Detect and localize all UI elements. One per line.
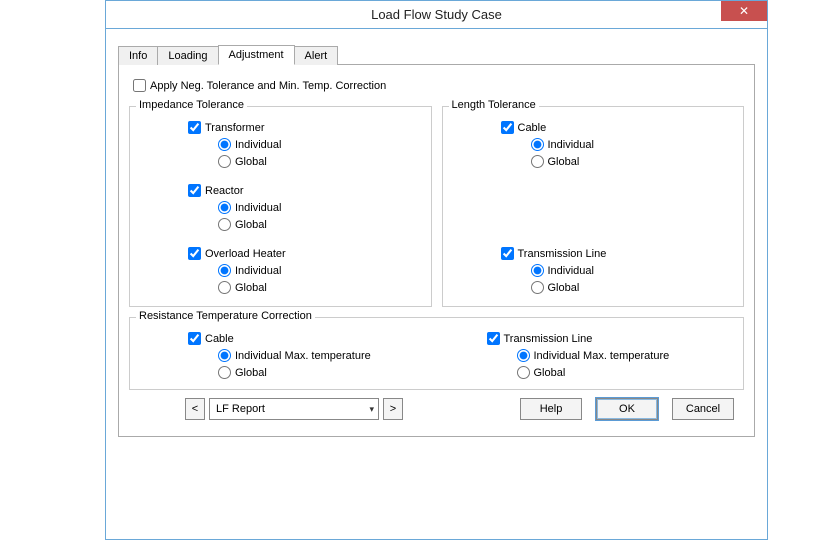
next-icon: > (390, 403, 396, 415)
transformer-global-label[interactable]: Global (235, 156, 267, 168)
report-dropdown[interactable]: LF Report ▾ (209, 398, 379, 420)
chevron-down-icon: ▾ (369, 404, 374, 415)
rtc-cable-global-label[interactable]: Global (235, 367, 267, 379)
length-cable-individual-label[interactable]: Individual (548, 139, 594, 151)
ok-button[interactable]: OK (596, 398, 658, 420)
tab-adjustment[interactable]: Adjustment (218, 45, 295, 65)
apply-neg-label[interactable]: Apply Neg. Tolerance and Min. Temp. Corr… (150, 80, 386, 92)
length-cable-label[interactable]: Cable (518, 122, 547, 134)
rtc-cable-indiv-max-label[interactable]: Individual Max. temperature (235, 350, 371, 362)
length-cable-checkbox[interactable] (501, 121, 514, 134)
rtc-transmission-global-radio[interactable] (517, 366, 530, 379)
group-impedance-tolerance: Impedance Tolerance Transformer Individu… (129, 106, 432, 307)
transformer-individual-label[interactable]: Individual (235, 139, 281, 151)
overload-heater-checkbox[interactable] (188, 247, 201, 260)
length-cable-global-radio[interactable] (531, 155, 544, 168)
apply-neg-row: Apply Neg. Tolerance and Min. Temp. Corr… (133, 77, 744, 94)
reactor-individual-radio[interactable] (218, 201, 231, 214)
window-title: Load Flow Study Case (371, 7, 502, 22)
overload-heater-global-label[interactable]: Global (235, 282, 267, 294)
tab-loading[interactable]: Loading (157, 46, 218, 65)
rtc-cable-global-radio[interactable] (218, 366, 231, 379)
group-resistance-temp-correction: Resistance Temperature Correction Cable … (129, 317, 744, 390)
reactor-individual-label[interactable]: Individual (235, 202, 281, 214)
prev-button[interactable]: < (185, 398, 205, 420)
help-button[interactable]: Help (520, 398, 582, 420)
overload-heater-individual-label[interactable]: Individual (235, 265, 281, 277)
rtc-transmission-label[interactable]: Transmission Line (504, 333, 593, 345)
reactor-checkbox[interactable] (188, 184, 201, 197)
rtc-cable-label[interactable]: Cable (205, 333, 234, 345)
length-transmission-global-label[interactable]: Global (548, 282, 580, 294)
rtc-cable-indiv-max-radio[interactable] (218, 349, 231, 362)
length-cable-global-label[interactable]: Global (548, 156, 580, 168)
group-impedance-title: Impedance Tolerance (136, 99, 247, 111)
length-transmission-individual-label[interactable]: Individual (548, 265, 594, 277)
length-transmission-individual-radio[interactable] (531, 264, 544, 277)
cancel-button[interactable]: Cancel (672, 398, 734, 420)
length-transmission-label[interactable]: Transmission Line (518, 248, 607, 260)
transformer-individual-radio[interactable] (218, 138, 231, 151)
prev-icon: < (192, 403, 198, 415)
group-length-title: Length Tolerance (449, 99, 539, 111)
rtc-cable-checkbox[interactable] (188, 332, 201, 345)
apply-neg-checkbox[interactable] (133, 79, 146, 92)
transformer-checkbox[interactable] (188, 121, 201, 134)
dialog-body: Info Loading Adjustment Alert Apply Neg.… (106, 29, 767, 449)
overload-heater-individual-radio[interactable] (218, 264, 231, 277)
close-icon: ✕ (739, 4, 749, 18)
group-rtc-title: Resistance Temperature Correction (136, 310, 315, 322)
overload-heater-global-radio[interactable] (218, 281, 231, 294)
rtc-transmission-indiv-max-radio[interactable] (517, 349, 530, 362)
reactor-label[interactable]: Reactor (205, 185, 244, 197)
tabstrip: Info Loading Adjustment Alert (118, 44, 755, 64)
report-dropdown-value: LF Report (216, 403, 265, 415)
transformer-label[interactable]: Transformer (205, 122, 265, 134)
footer-bar: < LF Report ▾ > Help OK Cancel (129, 398, 744, 426)
overload-heater-label[interactable]: Overload Heater (205, 248, 286, 260)
rtc-transmission-global-label[interactable]: Global (534, 367, 566, 379)
transformer-global-radio[interactable] (218, 155, 231, 168)
close-button[interactable]: ✕ (721, 1, 767, 21)
rtc-transmission-indiv-max-label[interactable]: Individual Max. temperature (534, 350, 670, 362)
next-button[interactable]: > (383, 398, 403, 420)
group-length-tolerance: Length Tolerance Cable Individual (442, 106, 745, 307)
reactor-global-label[interactable]: Global (235, 219, 267, 231)
length-transmission-global-radio[interactable] (531, 281, 544, 294)
rtc-transmission-checkbox[interactable] (487, 332, 500, 345)
titlebar: Load Flow Study Case ✕ (106, 1, 767, 29)
dialog-window: Load Flow Study Case ✕ Info Loading Adju… (105, 0, 768, 540)
reactor-global-radio[interactable] (218, 218, 231, 231)
length-transmission-checkbox[interactable] (501, 247, 514, 260)
tab-alert[interactable]: Alert (294, 46, 339, 65)
length-cable-individual-radio[interactable] (531, 138, 544, 151)
tab-info[interactable]: Info (118, 46, 158, 65)
tab-panel-adjustment: Apply Neg. Tolerance and Min. Temp. Corr… (118, 64, 755, 437)
